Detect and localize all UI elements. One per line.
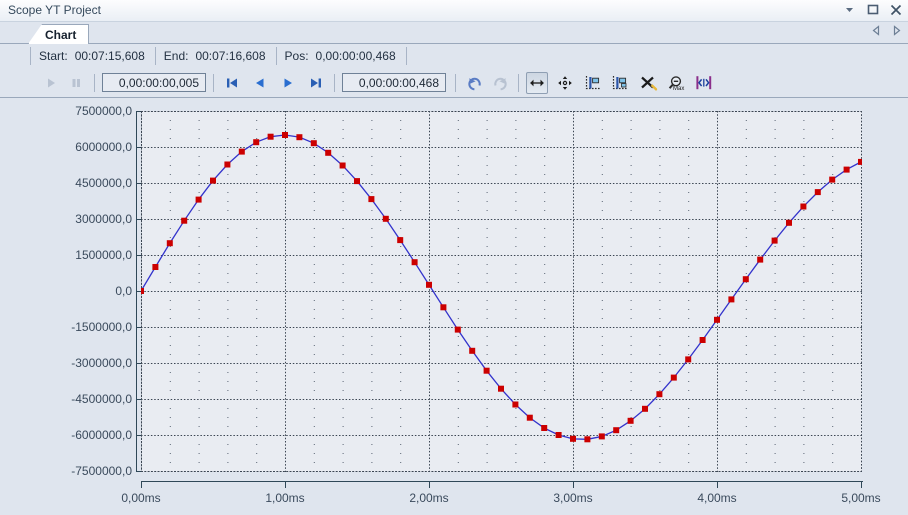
y-tick-label: -3000000,0	[71, 356, 132, 370]
x-tick-label: 2,00ms	[409, 491, 449, 505]
position-field[interactable]: 0,00:00:00,468	[342, 73, 446, 92]
y-tick	[136, 471, 141, 472]
info-end: End: 00:07:16,608	[156, 47, 277, 65]
menu-dropdown-icon[interactable]	[842, 2, 857, 17]
clear-markers-button[interactable]	[638, 72, 660, 94]
tab-chart-label: Chart	[45, 27, 77, 42]
y-tick-label: 3000000,0	[75, 212, 132, 226]
tab-nav	[871, 25, 902, 36]
toolbar-separator-1	[94, 73, 95, 92]
cursor-2-button[interactable]	[610, 72, 632, 94]
series-signal	[141, 132, 862, 443]
x-tick-label: 3,00ms	[553, 491, 593, 505]
info-end-value: 00:07:16,608	[195, 49, 266, 63]
toolbar-separator-3	[334, 73, 335, 92]
window-title: Scope YT Project	[8, 3, 101, 17]
y-tick	[136, 327, 141, 328]
x-tick	[429, 482, 430, 488]
x-tick	[141, 482, 142, 488]
tab-strip: Chart	[0, 22, 908, 44]
y-axis-ticks: 7500000,0 6000000,0 4500000,0 3000000,0 1500…	[0, 104, 141, 478]
y-tick-label: -7500000,0	[71, 464, 132, 478]
undo-zoom-button[interactable]	[463, 72, 485, 94]
step-forward-button[interactable]	[277, 72, 299, 94]
y-tick-label: -6000000,0	[71, 428, 132, 442]
x-tick	[573, 482, 574, 488]
maximize-icon[interactable]	[865, 2, 880, 17]
chart-svg	[141, 111, 862, 472]
y-tick	[136, 435, 141, 436]
jump-to-end-button[interactable]	[305, 72, 327, 94]
toolbar: 0,00:00:00,005 0,00:00:00,468 Max	[0, 68, 908, 98]
major-grid	[141, 111, 862, 472]
y-tick-label: 6000000,0	[75, 140, 132, 154]
y-tick-label: 0,0	[115, 284, 132, 298]
y-tick	[136, 147, 141, 148]
info-start-value: 00:07:15,608	[74, 49, 145, 63]
y-tick-label: 1500000,0	[75, 248, 132, 262]
cursor-1-button[interactable]	[583, 72, 605, 94]
tab-next-icon[interactable]	[891, 25, 902, 36]
play-button[interactable]	[40, 72, 62, 94]
x-tick	[861, 482, 862, 488]
pause-button[interactable]	[65, 72, 87, 94]
y-tick-label: -1500000,0	[71, 320, 132, 334]
x-tick-label: 5,00ms	[841, 491, 881, 505]
info-start: Start: 00:07:15,608	[30, 47, 156, 65]
y-tick-label: 4500000,0	[75, 176, 132, 190]
close-icon[interactable]	[888, 2, 903, 17]
svg-text:Max: Max	[673, 86, 684, 91]
x-axis-ticks: 0,00ms 1,00ms 2,00ms 3,00ms 4,00ms 5,00ms	[121, 482, 881, 512]
jump-to-start-button[interactable]	[221, 72, 243, 94]
y-tick	[136, 363, 141, 364]
zoom-between-cursors-button[interactable]	[693, 72, 715, 94]
toolbar-separator-2	[213, 73, 214, 92]
y-tick-label: -4500000,0	[71, 392, 132, 406]
x-tick	[717, 482, 718, 488]
info-end-key: End:	[163, 49, 189, 63]
x-tick-label: 1,00ms	[265, 491, 305, 505]
zoom-horizontal-button[interactable]	[526, 71, 548, 94]
x-tick-label: 0,00ms	[121, 491, 161, 505]
y-tick-label: 7500000,0	[75, 104, 132, 118]
info-pos-value: 0,00:00:00,468	[315, 49, 396, 63]
zoom-max-button[interactable]: Max	[666, 72, 688, 94]
y-tick	[136, 111, 141, 112]
y-tick	[136, 183, 141, 184]
info-pos-key: Pos:	[284, 49, 309, 63]
toolbar-separator-5	[518, 73, 519, 92]
window-controls	[842, 2, 903, 17]
info-pos: Pos: 0,00:00:00,468	[277, 47, 407, 65]
tab-chart[interactable]: Chart	[28, 24, 90, 44]
chart-panel: 7500000,0 6000000,0 4500000,0 3000000,0 1500…	[0, 98, 908, 515]
x-tick	[285, 482, 286, 488]
step-size-field[interactable]: 0,00:00:00,005	[102, 73, 206, 92]
toolbar-separator-4	[455, 73, 456, 92]
scope-window: Scope YT Project Chart Start: 00:07:15,6…	[0, 0, 908, 515]
info-start-key: Start:	[39, 49, 68, 63]
info-bar: Start: 00:07:15,608 End: 00:07:16,608 Po…	[0, 44, 908, 68]
step-back-button[interactable]	[249, 72, 271, 94]
y-tick	[136, 255, 141, 256]
redo-zoom-button[interactable]	[489, 72, 511, 94]
y-tick	[136, 399, 141, 400]
y-tick	[136, 219, 141, 220]
x-tick-label: 4,00ms	[697, 491, 737, 505]
pan-button[interactable]	[554, 72, 576, 94]
y-tick	[136, 291, 141, 292]
tab-prev-icon[interactable]	[871, 25, 882, 36]
title-bar: Scope YT Project	[0, 0, 908, 22]
